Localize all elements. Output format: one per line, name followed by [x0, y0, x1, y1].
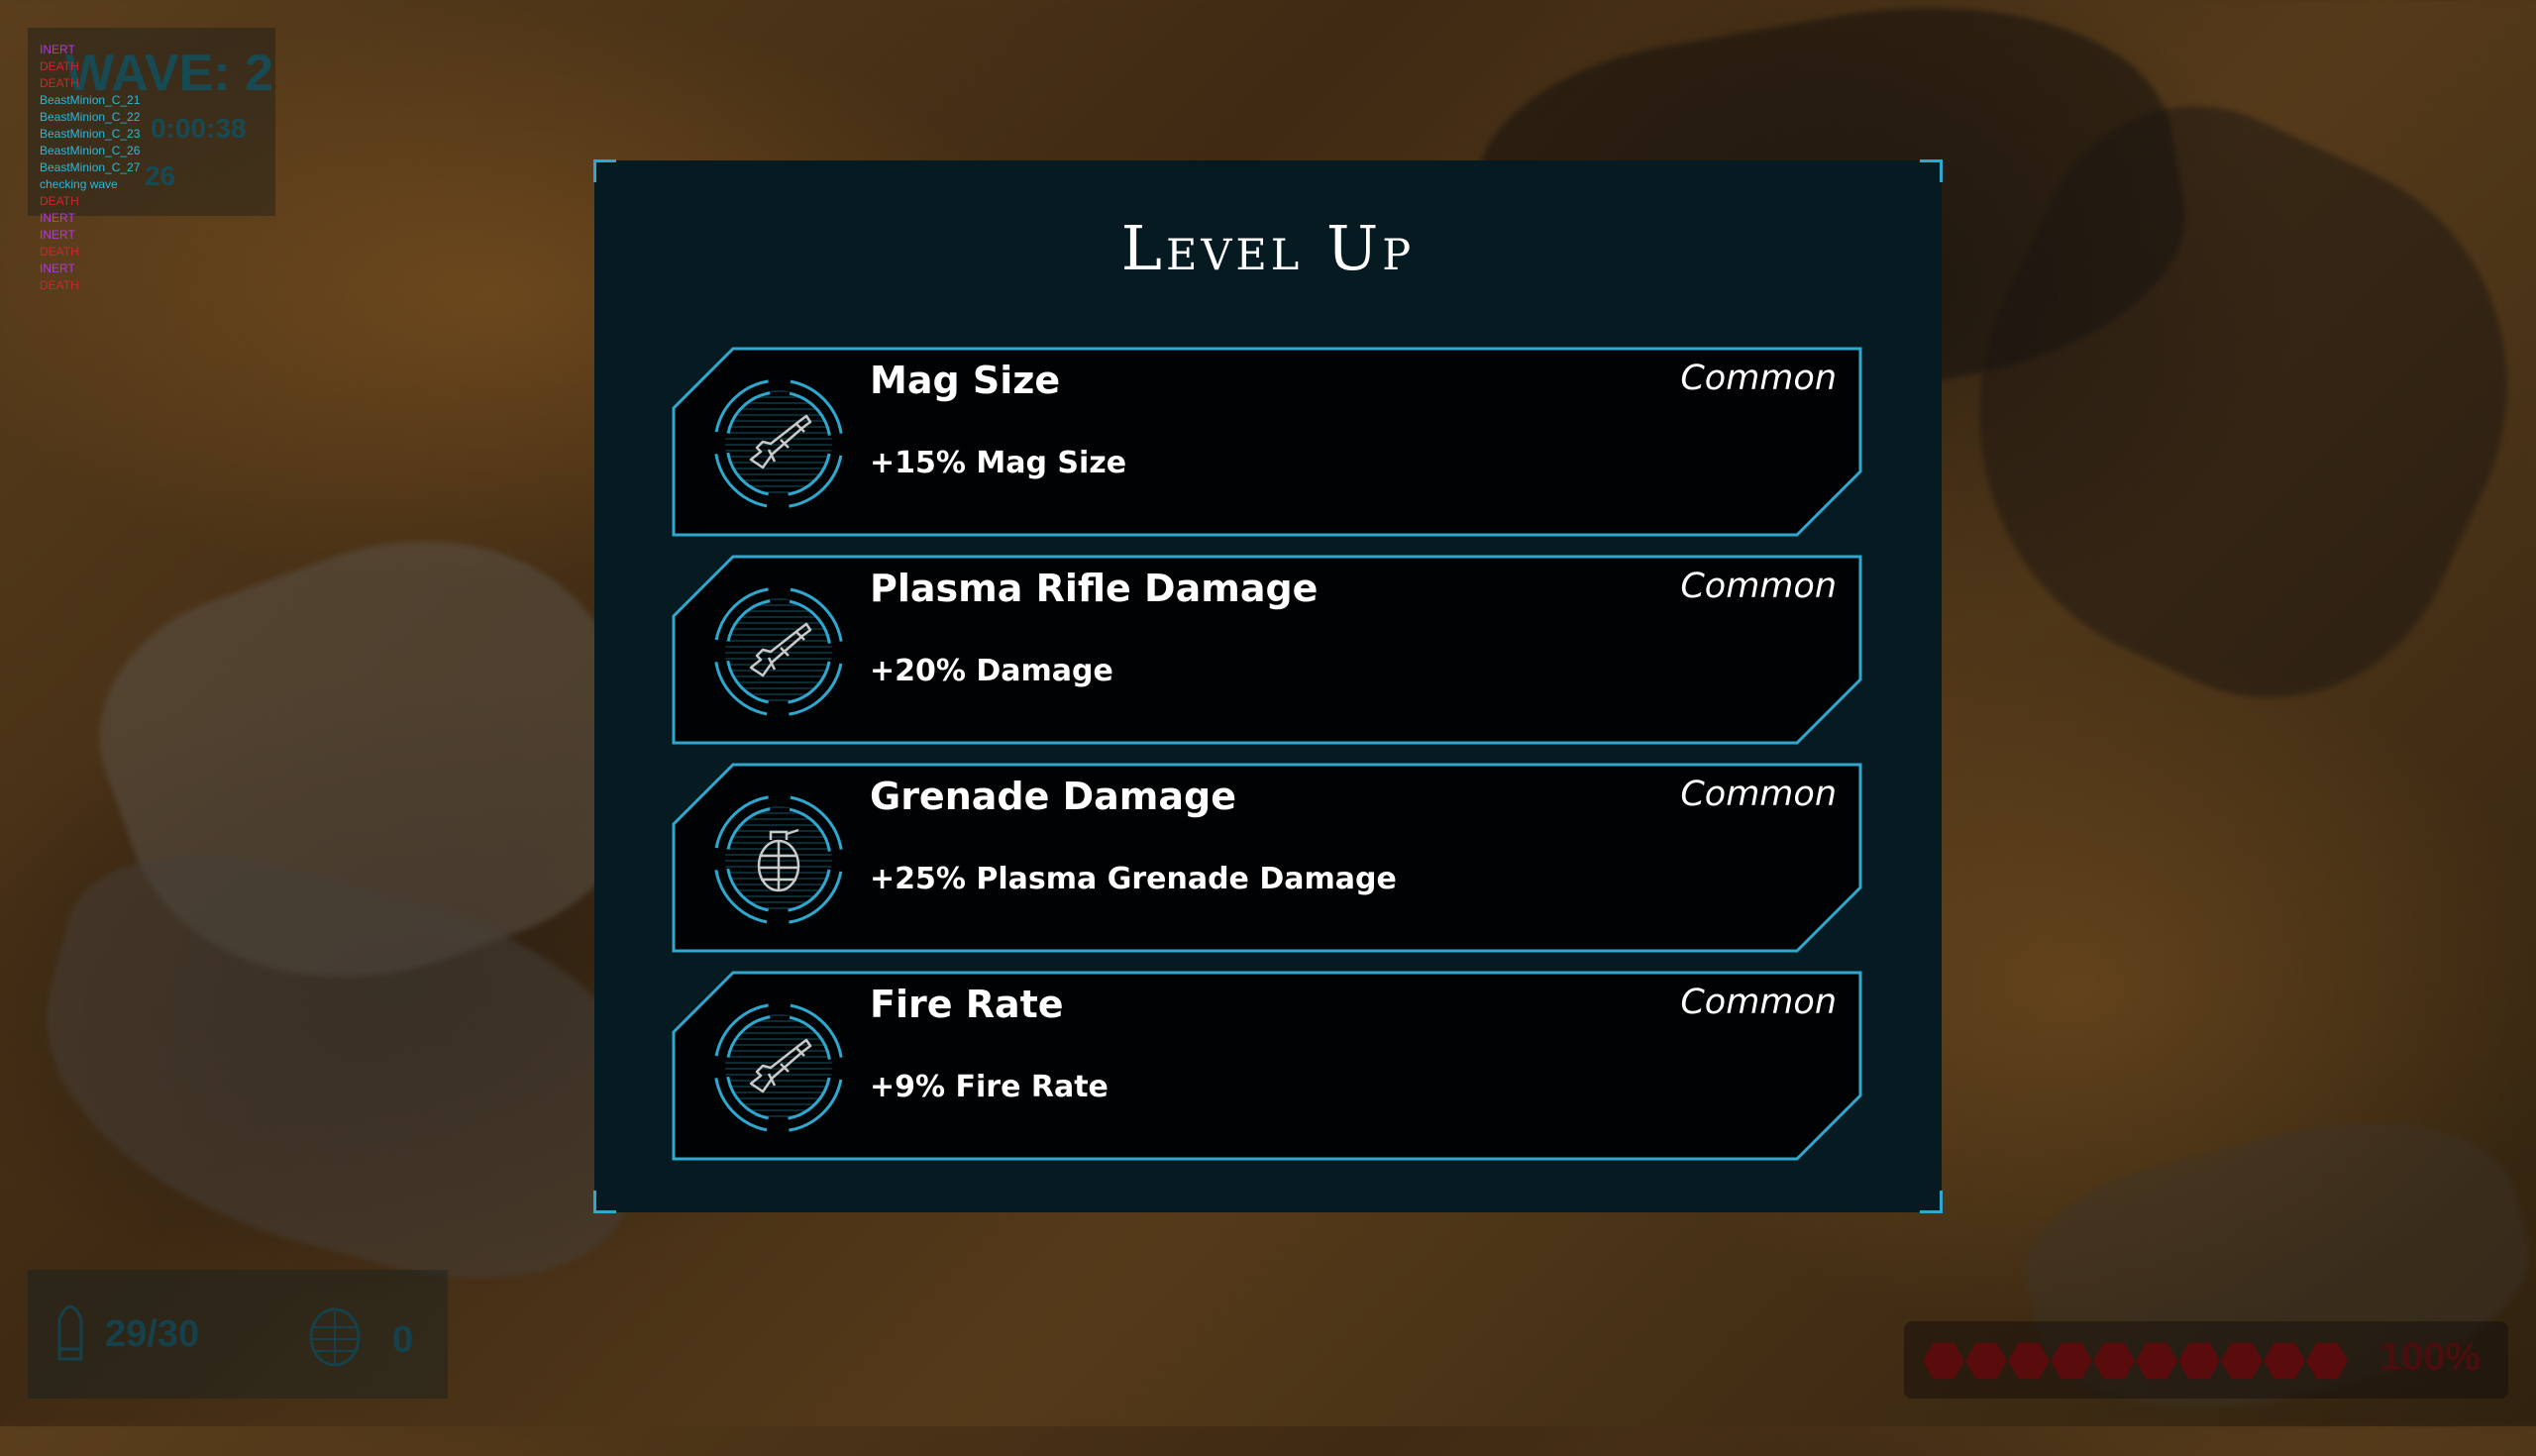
- upgrade-description: +25% Plasma Grenade Damage: [870, 862, 1397, 896]
- upgrade-rarity: Common: [1680, 983, 1837, 1022]
- health-segment: [2136, 1342, 2177, 1380]
- debug-log-line: checking wave: [40, 177, 118, 191]
- corner-bracket: [1920, 1191, 1943, 1213]
- debug-log-line: INERT: [40, 211, 75, 225]
- upgrade-name: Grenade Damage: [870, 775, 1236, 818]
- health-segment: [2221, 1342, 2263, 1380]
- debug-overlay: WAVE: 2 0:00:38 26 INERT DEATH DEATH BeastM…: [28, 28, 275, 292]
- corner-bracket: [593, 159, 616, 182]
- health-percent: 100%: [2378, 1335, 2481, 1379]
- level-up-panel: Level Up Mag Size Common +15% Mag Size Plas…: [593, 159, 1943, 1213]
- bullet-icon: [57, 1304, 83, 1361]
- debug-log: INERT DEATH DEATH BeastMinion_C_21 BeastMini…: [40, 42, 140, 294]
- debug-log-line: DEATH: [40, 278, 79, 292]
- upgrade-name: Fire Rate: [870, 983, 1064, 1026]
- health-segment: [2306, 1342, 2348, 1380]
- debug-log-line: INERT: [40, 228, 75, 242]
- health-segment: [2093, 1342, 2135, 1380]
- health-bar: [1923, 1342, 2348, 1380]
- debug-log-line: BeastMinion_C_27: [40, 160, 141, 174]
- health-segment: [1965, 1342, 2007, 1380]
- rifle-icon: [713, 378, 844, 509]
- debug-log-line: DEATH: [40, 245, 79, 259]
- health-segment: [1923, 1342, 1964, 1380]
- upgrade-description: +20% Damage: [870, 654, 1113, 688]
- enemy-count: 26: [145, 160, 176, 191]
- panel-title: Level Up: [1120, 212, 1416, 284]
- corner-bracket: [593, 1191, 616, 1213]
- debug-log-line: BeastMinion_C_22: [40, 110, 141, 124]
- upgrade-description: +9% Fire Rate: [870, 1070, 1109, 1104]
- debug-log-line: DEATH: [40, 59, 79, 73]
- rifle-icon: [713, 1002, 844, 1133]
- debug-log-line: BeastMinion_C_21: [40, 93, 141, 107]
- debug-log-line: DEATH: [40, 194, 79, 208]
- grenade-icon: [309, 1307, 361, 1367]
- grenade-icon: [713, 794, 844, 925]
- debug-log-line: INERT: [40, 43, 75, 56]
- health-hud: 100%: [1904, 1321, 2508, 1399]
- debug-log-line: INERT: [40, 261, 75, 275]
- upgrade-rarity: Common: [1680, 775, 1837, 814]
- debug-log-line: BeastMinion_C_23: [40, 127, 141, 141]
- upgrade-card[interactable]: Grenade Damage Common +25% Plasma Grenade …: [672, 763, 1862, 953]
- upgrade-rarity: Common: [1680, 567, 1837, 606]
- upgrade-rarity: Common: [1680, 359, 1837, 398]
- upgrade-card[interactable]: Plasma Rifle Damage Common +20% Damage: [672, 555, 1862, 745]
- wave-timer: 0:00:38: [151, 113, 247, 144]
- ammo-hud: 29/30 0: [28, 1270, 448, 1399]
- debug-log-line: DEATH: [40, 76, 79, 90]
- upgrade-description: +15% Mag Size: [870, 446, 1127, 480]
- health-segment: [2178, 1342, 2220, 1380]
- debug-log-line: BeastMinion_C_26: [40, 144, 141, 157]
- health-segment: [2008, 1342, 2050, 1380]
- upgrade-name: Plasma Rifle Damage: [870, 567, 1319, 610]
- upgrade-name: Mag Size: [870, 359, 1061, 402]
- health-segment: [2264, 1342, 2305, 1380]
- corner-bracket: [1920, 159, 1943, 182]
- health-segment: [2051, 1342, 2092, 1380]
- rifle-icon: [713, 586, 844, 717]
- grenade-count: 0: [392, 1319, 414, 1361]
- upgrade-card[interactable]: Fire Rate Common +9% Fire Rate: [672, 971, 1862, 1161]
- ammo-count: 29/30: [105, 1313, 200, 1355]
- upgrade-card[interactable]: Mag Size Common +15% Mag Size: [672, 347, 1862, 537]
